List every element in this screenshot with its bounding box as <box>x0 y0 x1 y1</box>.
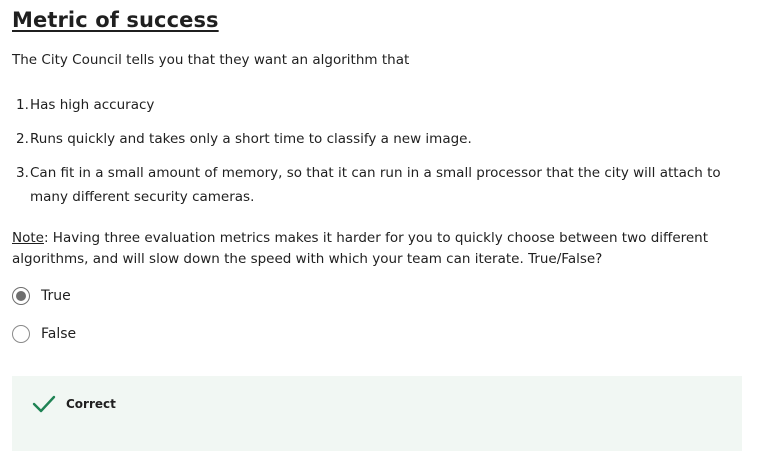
list-item-text: Can fit in a small amount of memory, so … <box>30 165 721 205</box>
option-false-label: False <box>41 326 77 342</box>
option-true[interactable]: True <box>12 287 71 305</box>
intro-text: The City Council tells you that they wan… <box>12 52 410 68</box>
list-item-text: Runs quickly and takes only a short time… <box>30 131 472 147</box>
list-item: 2. Runs quickly and takes only a short t… <box>12 127 742 151</box>
quiz-page: Metric of success The City Council tells… <box>0 0 764 466</box>
radio-false[interactable] <box>12 325 30 343</box>
feedback-panel: Correct <box>12 376 742 451</box>
list-item-number: 1. <box>16 97 29 113</box>
list-item-number: 2. <box>16 131 29 147</box>
option-true-label: True <box>41 288 71 304</box>
question-body: : Having three evaluation metrics makes … <box>12 230 709 267</box>
feedback-status: Correct <box>66 397 116 411</box>
option-false[interactable]: False <box>12 325 76 343</box>
note-label: Note <box>12 230 44 246</box>
list-item: 1. Has high accuracy <box>12 93 742 117</box>
radio-selected-dot <box>16 291 26 301</box>
list-item-text: Has high accuracy <box>30 97 155 113</box>
list-item: 3. Can fit in a small amount of memory, … <box>12 161 742 209</box>
checkmark-icon <box>32 395 56 413</box>
list-item-number: 3. <box>16 165 29 181</box>
page-title: Metric of success <box>12 8 219 32</box>
requirements-list: 1. Has high accuracy 2. Runs quickly and… <box>12 93 742 219</box>
question-text: Note: Having three evaluation metrics ma… <box>12 228 742 270</box>
radio-true[interactable] <box>12 287 30 305</box>
